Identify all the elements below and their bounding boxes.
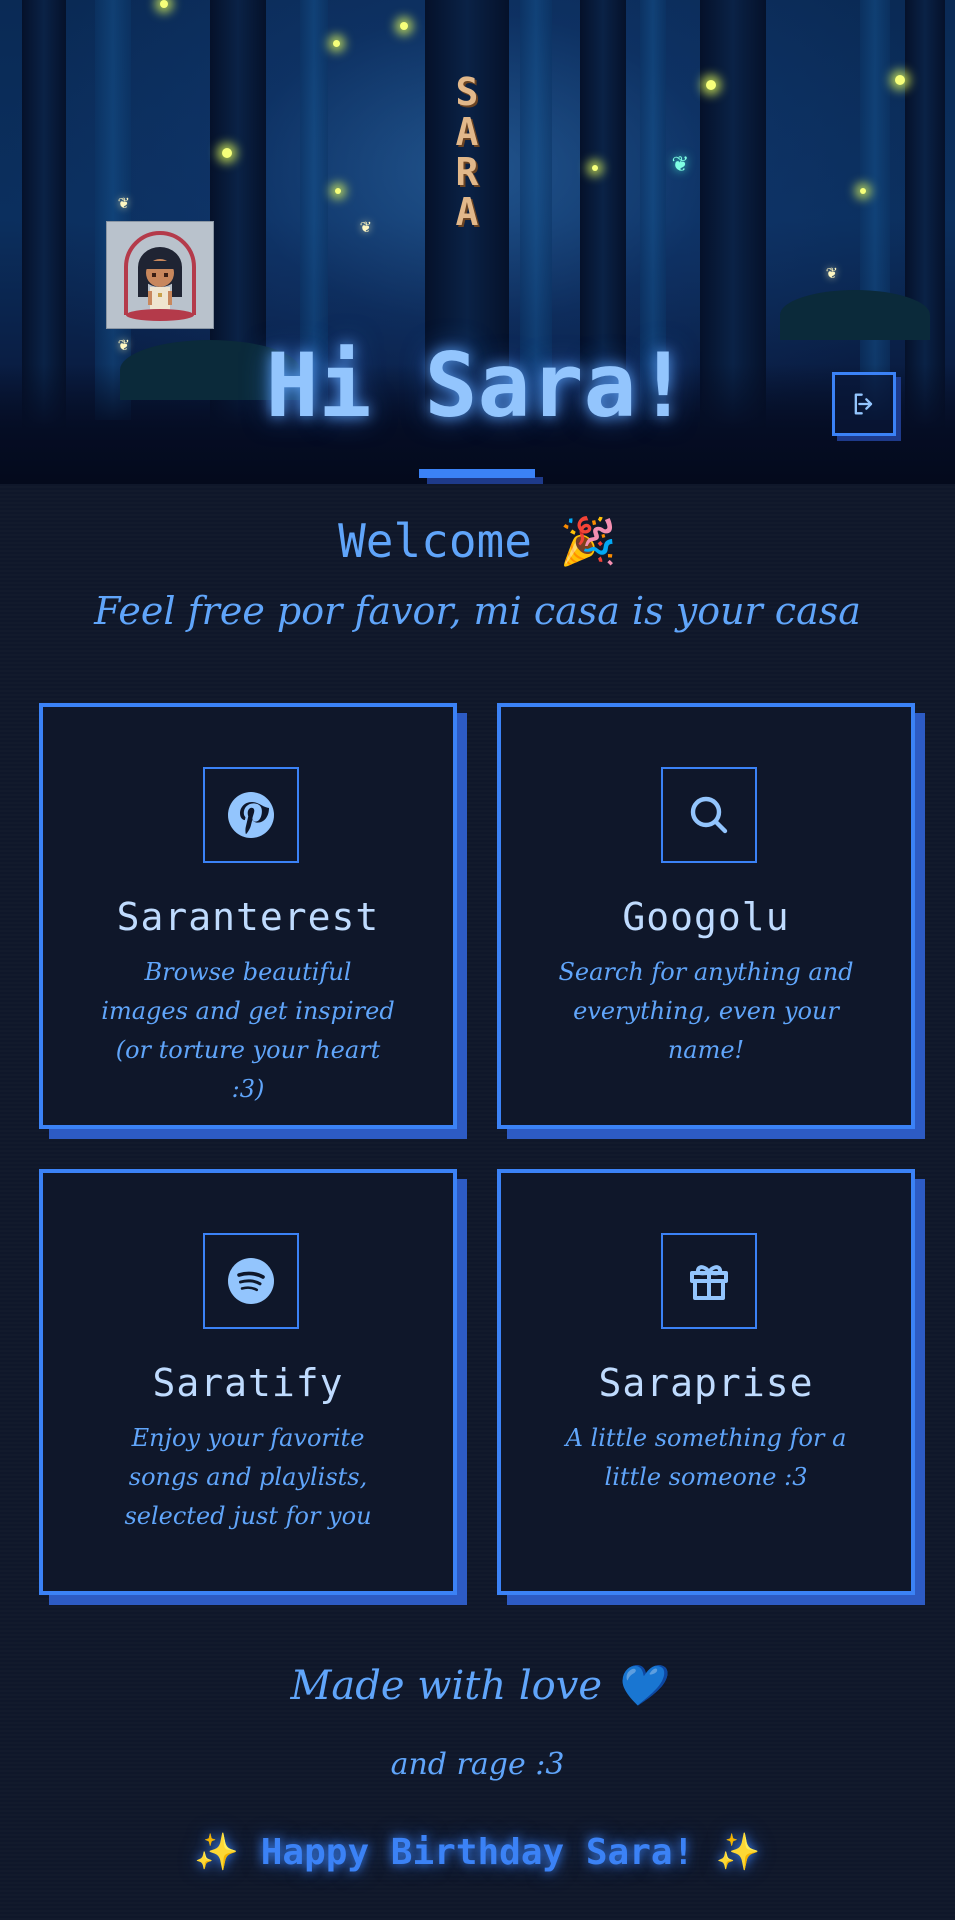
firefly	[160, 0, 168, 8]
butterfly-icon: ❦	[360, 216, 371, 237]
pinterest-icon	[228, 792, 274, 838]
firefly	[895, 75, 905, 85]
firefly	[222, 148, 232, 158]
butterfly-icon: ❦	[672, 148, 688, 178]
card-title: Googolu	[622, 895, 790, 939]
firefly	[335, 188, 341, 194]
card-description: Browse beautiful images and get inspired…	[101, 958, 395, 1103]
logout-icon	[854, 393, 873, 415]
card-description: Search for anything and everything, even…	[558, 958, 854, 1064]
butterfly-icon: ❦	[118, 192, 129, 213]
card-saraprise[interactable]: Saraprise A little something for a littl…	[497, 1169, 915, 1595]
firefly	[860, 188, 866, 194]
gift-icon	[690, 1265, 728, 1300]
hero-banner: ❦ ❦ ❦ ❦ ❦ S A R A Hi Sara!	[0, 0, 955, 484]
carved-letter: R	[455, 150, 479, 194]
page-title: Hi Sara!	[265, 334, 690, 437]
title-underline-bar	[419, 469, 535, 478]
carved-letter: A	[455, 110, 479, 154]
card-title: Saratify	[152, 1361, 344, 1405]
carved-letter: A	[455, 190, 479, 234]
card-description: Enjoy your favorite songs and playlists,…	[124, 1424, 372, 1530]
card-googolu[interactable]: Googolu Search for anything and everythi…	[497, 703, 915, 1129]
logout-button[interactable]	[832, 372, 896, 436]
firefly	[333, 40, 340, 47]
footer-tagline: and rage :3	[390, 1747, 565, 1782]
card-saranterest[interactable]: Saranterest Browse beautiful images and …	[39, 703, 457, 1129]
welcome-heading: Welcome 🎉	[338, 514, 617, 568]
card-description: A little something for a little someone …	[565, 1424, 847, 1491]
card-title: Saraprise	[598, 1361, 814, 1405]
card-title: Saranterest	[116, 895, 380, 939]
firefly	[592, 165, 598, 171]
search-icon	[690, 796, 728, 834]
grass-mound	[780, 290, 930, 340]
avatar	[106, 221, 214, 329]
firefly	[706, 80, 716, 90]
carved-letter: S	[455, 70, 479, 114]
footer-made-with-love: Made with love 💙	[290, 1663, 665, 1709]
card-saratify[interactable]: Saratify Enjoy your favorite songs and p…	[39, 1169, 457, 1595]
card-icon-frame	[661, 1233, 757, 1329]
card-icon-frame	[661, 767, 757, 863]
card-icon-frame	[203, 1233, 299, 1329]
firefly	[400, 22, 408, 30]
tree-carved-name: S A R A	[449, 72, 485, 232]
card-icon-frame	[203, 767, 299, 863]
spotify-icon	[228, 1258, 274, 1304]
welcome-subtitle: Feel free por favor, mi casa is your cas…	[94, 589, 861, 633]
pixel-avatar-image	[124, 231, 196, 321]
birthday-message: ✨ Happy Birthday Sara! ✨	[194, 1832, 761, 1873]
butterfly-icon: ❦	[826, 262, 837, 283]
